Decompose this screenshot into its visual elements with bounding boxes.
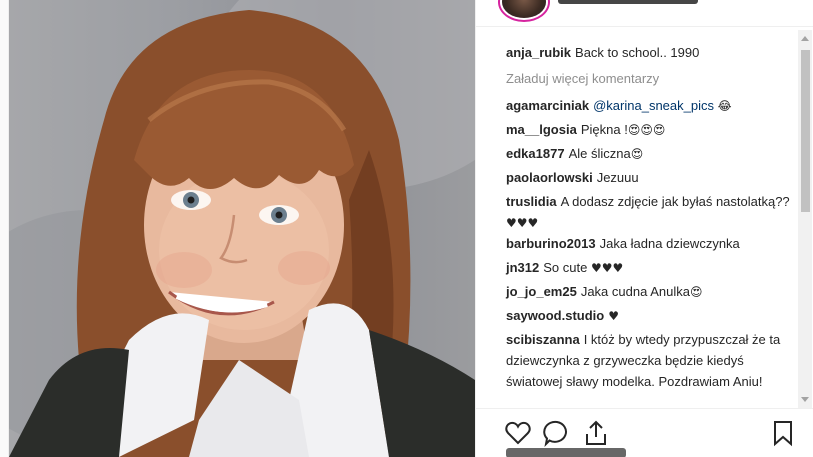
comment-item: edka1877 Ale śliczna😍	[506, 143, 796, 165]
comment-item: scibiszanna I któż by wtedy przypuszczał …	[506, 329, 796, 392]
scroll-up-icon[interactable]	[801, 36, 809, 41]
comment-text: Jaka cudna Anulka	[580, 284, 690, 299]
comment-icon[interactable]	[543, 419, 571, 447]
caption: anja_rubik Back to school.. 1990	[506, 42, 796, 63]
portrait-illustration	[9, 0, 475, 457]
comment-username[interactable]: ma__lgosia	[506, 122, 577, 137]
header-username-cropped[interactable]	[558, 0, 698, 4]
comment-username[interactable]: saywood.studio	[506, 308, 604, 323]
post-photo[interactable]	[9, 0, 475, 457]
caption-text: Back to school.. 1990	[575, 45, 700, 60]
comment-username[interactable]: truslidia	[506, 194, 557, 209]
comment-emoji: 😍	[689, 285, 703, 299]
comment-username[interactable]: anja_rubik	[506, 45, 571, 60]
post-side-panel: anja_rubik Back to school.. 1990 Załaduj …	[475, 0, 813, 457]
comment-text: A dodasz zdjęcie jak byłaś nastolatką??	[560, 194, 790, 209]
comment-emoji: 😍😍😍	[627, 123, 666, 137]
comment-text: Ale śliczna	[568, 146, 631, 161]
comment-item: saywood.studio ♥	[506, 305, 796, 327]
comment-item: truslidia A dodasz zdjęcie jak byłaś nast…	[506, 191, 796, 234]
comment-item: barburino2013 Jaka ładna dziewczynka	[506, 233, 796, 254]
comment-username[interactable]: edka1877	[506, 146, 565, 161]
comment-item: paolaorlowski Jezuuu	[506, 167, 796, 188]
heart-icon[interactable]	[504, 419, 532, 447]
post-modal: anja_rubik Back to school.. 1990 Załaduj …	[0, 0, 813, 457]
comment-username[interactable]: paolaorlowski	[506, 170, 593, 185]
comment-emoji: ♥♥♥	[506, 216, 539, 230]
bookmark-icon[interactable]	[769, 419, 797, 447]
comment-emoji: 😍	[630, 147, 644, 161]
comment-text: Piękna !	[580, 122, 628, 137]
comment-emoji: 😂	[717, 99, 732, 113]
comment-mention[interactable]: @karina_sneak_pics	[593, 98, 714, 113]
comments-list: anja_rubik Back to school.. 1990 Załaduj …	[476, 26, 798, 406]
left-gutter	[0, 0, 9, 457]
comment-text: Jezuuu	[596, 170, 639, 185]
post-header	[476, 0, 813, 27]
share-icon[interactable]	[582, 419, 610, 447]
comment-emoji: ♥	[608, 309, 619, 323]
scroll-down-icon[interactable]	[801, 397, 809, 402]
comment-item: ma__lgosia Piękna !😍😍😍	[506, 119, 796, 141]
comment-text: So cute	[543, 260, 588, 275]
comment-item: agamarciniak @karina_sneak_pics 😂	[506, 95, 796, 117]
comment-item: jn312 So cute ♥♥♥	[506, 257, 796, 279]
comment-emoji: ♥♥♥	[590, 261, 624, 275]
scrollbar-thumb[interactable]	[801, 50, 810, 212]
comment-username[interactable]: barburino2013	[506, 236, 596, 251]
comment-username[interactable]: jn312	[506, 260, 539, 275]
likes-count-cropped	[506, 448, 626, 457]
comment-item: jo_jo_em25 Jaka cudna Anulka😍	[506, 281, 796, 303]
comment-username[interactable]: agamarciniak	[506, 98, 589, 113]
load-more-comments[interactable]: Załaduj więcej komentarzy	[506, 68, 659, 89]
comment-username[interactable]: scibiszanna	[506, 332, 580, 347]
comment-username[interactable]: jo_jo_em25	[506, 284, 577, 299]
comment-text: Jaka ładna dziewczynka	[599, 236, 740, 251]
avatar[interactable]	[502, 0, 546, 18]
